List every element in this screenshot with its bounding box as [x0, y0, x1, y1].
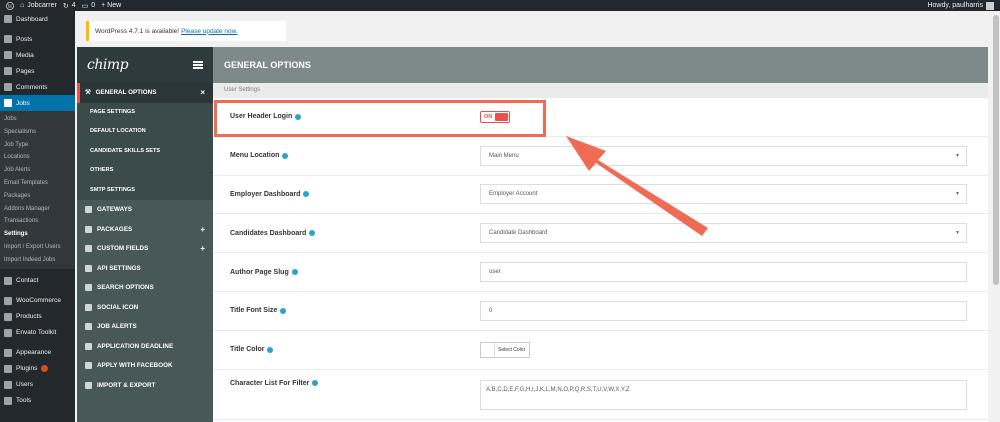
- annotation-arrow-icon: [566, 136, 708, 236]
